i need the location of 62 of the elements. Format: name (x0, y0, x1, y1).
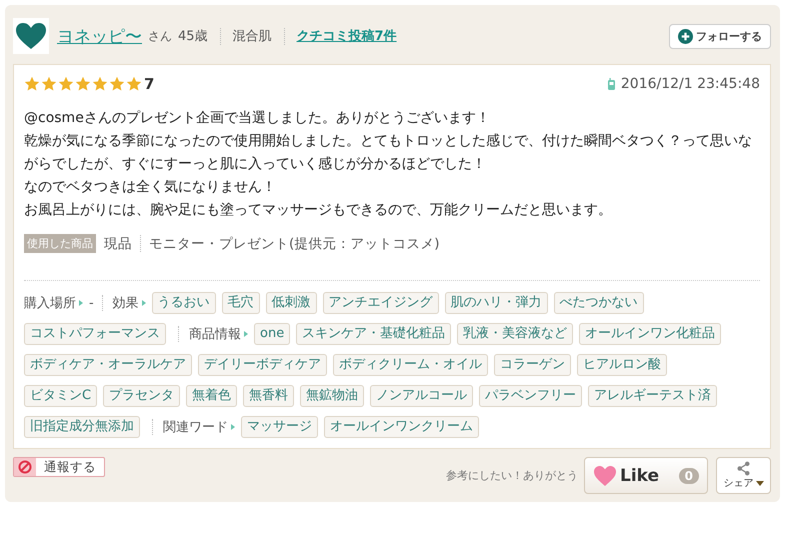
tag-link[interactable]: プラセンタ (103, 385, 180, 407)
tag-link[interactable]: ノンアルコール (370, 385, 474, 407)
tag-link[interactable]: 無鉱物油 (300, 385, 364, 407)
tag-link[interactable]: コラーゲン (494, 354, 571, 376)
tag-link[interactable]: コストパフォーマンス (24, 323, 166, 345)
tag-link[interactable]: デイリーボディケア (198, 354, 327, 376)
tag-link[interactable]: アンチエイジング (322, 292, 439, 314)
tag-link[interactable]: 乳液・美容液など (457, 323, 574, 345)
tag-link[interactable]: ボディクリーム・オイル (333, 354, 488, 376)
phone-icon (608, 78, 615, 90)
user-age: 45歳 (178, 28, 208, 45)
skin-type: 混合肌 (232, 28, 272, 45)
tag-link[interactable]: 無着色 (186, 385, 238, 407)
tag-link[interactable]: パラベンフリー (479, 385, 582, 407)
prohibited-icon (18, 460, 32, 474)
tag-group-label: 購入場所 (24, 295, 76, 312)
review-paragraph: なのでベタつきは全く気になりません！ (24, 178, 277, 197)
like-button[interactable]: Like 0 (584, 457, 708, 494)
tag-link[interactable]: one (254, 323, 290, 345)
product-source: モニター・プレゼント(提供元：アットコスメ) (149, 234, 440, 252)
heart-icon (593, 464, 617, 488)
review-date: 2016/12/1 23:45:48 (620, 76, 760, 92)
arrow-icon (142, 300, 146, 306)
rating-score: 7 (144, 75, 154, 93)
review-paragraph: @cosmeさんのプレゼント企画で当選しました。ありがとうございます！ (24, 109, 491, 128)
tag-group-label: 効果 (112, 295, 139, 312)
tag-link[interactable]: 肌のハリ・弾力 (444, 292, 548, 314)
review-paragraph: お風呂上がりには、腕や足にも塗ってマッサージもできるので、万能クリームだと思います。 (24, 201, 613, 220)
honorific: さん (148, 28, 172, 44)
tag-group-label: 商品情報 (189, 326, 241, 343)
tag-link[interactable]: ボディケア・オーラルケア (24, 354, 192, 376)
review-paragraph: 乾燥が気になる季節になったので使用開始しました。とてもトロッとした感じで、付けた瞬間ベタつく？って思いながらでしたが、すぐにすーっと肌に入っていく感じが分かるほどでした！ (24, 132, 753, 174)
tag-link[interactable]: スキンケア・基礎化粧品 (296, 323, 452, 345)
tag-link[interactable]: アレルギーテスト済 (588, 385, 718, 407)
report-button[interactable]: 通報する (13, 457, 105, 477)
caret-icon (756, 480, 764, 486)
heart-avatar-icon (13, 18, 49, 54)
arrow-icon (79, 300, 83, 306)
tag-link[interactable]: マッサージ (241, 416, 318, 438)
tag-link[interactable]: 旧指定成分無添加 (24, 416, 140, 438)
tag-link[interactable]: 低刺激 (266, 292, 317, 314)
arrow-icon (244, 331, 248, 337)
tag-link[interactable]: べたつかない (554, 292, 644, 314)
tag-group-label: 関連ワード (163, 419, 228, 436)
tag-link[interactable]: 無香料 (243, 385, 294, 407)
arrow-icon (231, 424, 235, 430)
like-prompt: 参考にしたい！ありがとう (446, 468, 578, 483)
tag-link[interactable]: オールインワンクリーム (324, 416, 479, 438)
user-name-link[interactable]: ヨネッピ〜 (57, 24, 142, 48)
used-product-badge: 使用した商品 (24, 234, 96, 253)
tag-group-value: - (89, 296, 94, 310)
share-icon (736, 461, 751, 476)
product-kind: 現品 (104, 234, 132, 252)
tag-link[interactable]: オールインワン化粧品 (579, 323, 722, 345)
tag-link[interactable]: ヒアルロン酸 (577, 354, 667, 376)
tag-link[interactable]: うるおい (152, 292, 216, 314)
posts-link[interactable]: クチコミ投稿7件 (296, 27, 397, 45)
share-button[interactable]: シェア (716, 457, 771, 494)
plus-icon (678, 28, 693, 44)
follow-button[interactable]: フォローする (669, 24, 771, 48)
tag-link[interactable]: ビタミンC (24, 385, 98, 407)
tag-link[interactable]: 毛穴 (222, 292, 260, 314)
